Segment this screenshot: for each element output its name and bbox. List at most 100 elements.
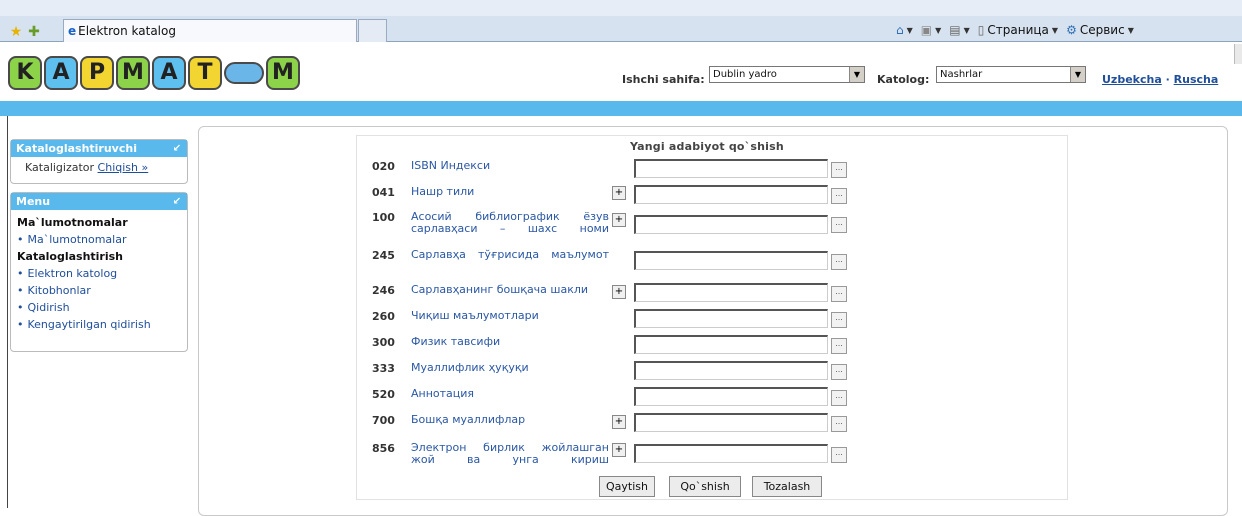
field-lookup-button[interactable]: ...	[831, 217, 847, 233]
favorites-star-icon[interactable]: ★	[8, 24, 24, 40]
field-input-856[interactable]	[634, 444, 828, 463]
field-lookup-button[interactable]: ...	[831, 390, 847, 406]
logout-link[interactable]: Chiqish »	[98, 161, 149, 174]
logo-letter: T	[188, 56, 222, 90]
browser-tab[interactable]: e Elektron katalog	[63, 19, 357, 42]
field-lookup-button[interactable]: ...	[831, 338, 847, 354]
field-lookup-button[interactable]: ...	[831, 312, 847, 328]
menu-item-references[interactable]: • Ma`lumotnomalar	[11, 231, 187, 248]
logo-letter: M	[266, 56, 300, 90]
field-input-333[interactable]	[634, 361, 828, 380]
home-icon: ⌂	[896, 23, 904, 37]
field-add-button[interactable]: +	[612, 186, 626, 200]
logo-letter: M	[116, 56, 150, 90]
bullet-icon: •	[17, 233, 24, 246]
logo-letter: K	[8, 56, 42, 90]
menu-panel-title: Menu	[16, 195, 51, 208]
field-input-041[interactable]	[634, 185, 828, 204]
field-label: Нашр тили	[411, 185, 475, 198]
chevron-down-icon[interactable]: ▼	[849, 67, 864, 82]
catalog-label: Katolog:	[877, 73, 930, 86]
feeds-button[interactable]: ▣ ▼	[921, 23, 942, 37]
scrollbar[interactable]	[1234, 44, 1242, 64]
user-name: Kataligizator	[25, 161, 95, 174]
field-input-300[interactable]	[634, 335, 828, 354]
field-input-520[interactable]	[634, 387, 828, 406]
form-title: Yangi adabiyot qo`shish	[630, 140, 784, 153]
lang-uzbek-link[interactable]: Uzbekcha	[1102, 73, 1162, 86]
clear-button[interactable]: Tozalash	[752, 476, 822, 497]
field-add-button[interactable]: +	[612, 415, 626, 429]
menu-panel-header: Menu ↙	[11, 193, 187, 210]
user-panel: Kataloglashtiruvchi ↙ Kataligizator Chiq…	[10, 139, 188, 184]
bullet-icon: •	[17, 284, 24, 297]
back-button[interactable]: Qaytish	[599, 476, 655, 497]
chevron-down-icon: ▼	[935, 25, 942, 35]
field-code: 856	[372, 442, 395, 455]
field-input-245[interactable]	[634, 251, 828, 270]
collapse-icon[interactable]: ↙	[173, 193, 181, 210]
chevron-down-icon[interactable]: ▼	[1070, 67, 1085, 82]
lang-russian-link[interactable]: Ruscha	[1174, 73, 1219, 86]
page-menu[interactable]: ▯ Страница ▼	[978, 23, 1058, 37]
field-label: Физик тавсифи	[411, 335, 501, 348]
field-code: 041	[372, 186, 395, 199]
menu-item-label: Elektron katolog	[27, 267, 118, 280]
catalog-select-value: Nashrlar	[940, 69, 983, 80]
field-lookup-button[interactable]: ...	[831, 364, 847, 380]
user-panel-title: Kataloglashtiruvchi	[16, 142, 137, 155]
browser-top-strip	[0, 0, 1242, 16]
tools-menu[interactable]: ⚙ Сервис ▼	[1066, 23, 1134, 37]
new-tab-button[interactable]	[358, 19, 387, 42]
field-add-button[interactable]: +	[612, 443, 626, 457]
workspace-label: Ishchi sahifa:	[622, 73, 705, 86]
header-divider-strip	[0, 101, 1242, 116]
menu-item-advanced-search[interactable]: • Kengaytirilgan qidirish	[11, 316, 187, 333]
field-lookup-button[interactable]: ...	[831, 447, 847, 463]
chevron-down-icon: ▼	[1127, 25, 1134, 35]
field-input-260[interactable]	[634, 309, 828, 328]
field-lookup-button[interactable]: ...	[831, 254, 847, 270]
menu-section-references: Ma`lumotnomalar	[17, 216, 128, 229]
collapse-icon[interactable]: ↙	[173, 140, 181, 157]
bullet-icon: •	[17, 301, 24, 314]
logo-dash	[224, 62, 264, 84]
user-line: Kataligizator Chiqish »	[11, 159, 187, 176]
catalog-select[interactable]: Nashrlar ▼	[936, 66, 1086, 83]
field-input-020[interactable]	[634, 159, 828, 178]
workspace-select[interactable]: Dublin yadro ▼	[709, 66, 865, 83]
logo-letter: A	[44, 56, 78, 90]
add-button[interactable]: Qo`shish	[669, 476, 741, 497]
bullet-icon: •	[17, 318, 24, 331]
chevron-down-icon: ▼	[963, 25, 970, 35]
field-label: Муаллифлик ҳуқуқи	[411, 361, 529, 374]
field-lookup-button[interactable]: ...	[831, 188, 847, 204]
feed-icon: ▣	[920, 23, 933, 37]
field-input-100[interactable]	[634, 215, 828, 234]
user-panel-header: Kataloglashtiruvchi ↙	[11, 140, 187, 157]
menu-item-label: Ma`lumotnomalar	[27, 233, 127, 246]
menu-item-search[interactable]: • Qidirish	[11, 299, 187, 316]
field-lookup-button[interactable]: ...	[831, 416, 847, 432]
menu-item-electronic-catalog[interactable]: • Elektron katolog	[11, 265, 187, 282]
lang-separator: ·	[1165, 73, 1170, 86]
add-favorite-icon[interactable]: ✚	[26, 24, 42, 40]
home-button[interactable]: ⌂ ▼	[896, 23, 913, 37]
field-lookup-button[interactable]: ...	[831, 286, 847, 302]
field-label: Аннотация	[411, 387, 475, 400]
page-left-border	[7, 116, 8, 508]
field-input-700[interactable]	[634, 413, 828, 432]
field-add-button[interactable]: +	[612, 213, 626, 227]
field-lookup-button[interactable]: ...	[831, 162, 847, 178]
print-button[interactable]: ▤ ▼	[949, 23, 970, 37]
menu-panel: Menu ↙ Ma`lumotnomalar • Ma`lumotnomalar …	[10, 192, 188, 352]
page-icon: ▯	[977, 23, 985, 37]
field-label: Бошқа муаллифлар	[411, 413, 526, 426]
field-add-button[interactable]: +	[612, 285, 626, 299]
menu-section-cataloging: Kataloglashtirish	[17, 250, 124, 263]
gear-icon: ⚙	[1066, 23, 1077, 37]
bullet-icon: •	[17, 267, 24, 280]
menu-item-readers[interactable]: • Kitobhonlar	[11, 282, 187, 299]
field-label: ISBN Индекси	[411, 159, 491, 172]
field-input-246[interactable]	[634, 283, 828, 302]
